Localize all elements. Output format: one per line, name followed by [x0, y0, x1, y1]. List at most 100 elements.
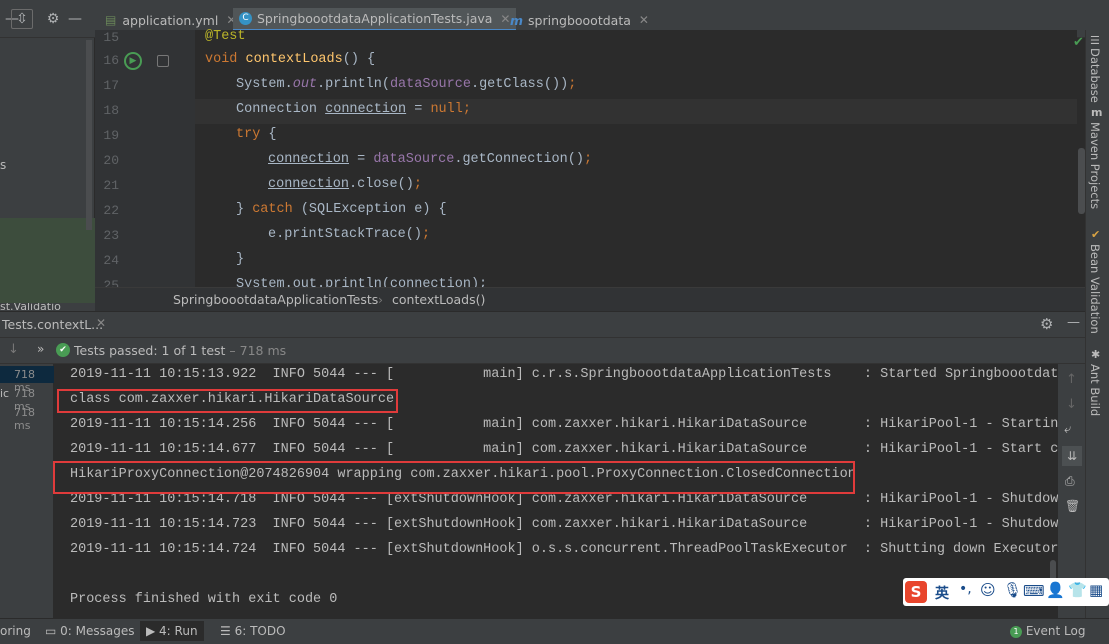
test-tree: 718 ms ic 718 ms 718 ms — [0, 364, 54, 618]
bean-validation-icon: ✔ — [1091, 228, 1101, 241]
highlight-box — [53, 461, 855, 494]
code-line: @Test — [205, 29, 246, 44]
tab-springboootdata-pom[interactable]: m springboootdata ✕ — [504, 8, 655, 32]
breadcrumb-separator: › — [378, 292, 383, 307]
tab-label: SpringboootdataApplicationTests.java — [257, 11, 493, 26]
punctuation-icon[interactable]: •, — [959, 581, 972, 597]
line-number: 22 — [103, 203, 119, 218]
fold-icon[interactable] — [157, 55, 169, 67]
code-line: System.out.println(connection); — [236, 277, 488, 287]
maven-icon: m — [1091, 106, 1103, 119]
line-number: 15 — [103, 30, 119, 44]
todo-tool[interactable]: ☰ 6: TODO — [220, 624, 286, 638]
code-line: Connection connection = null; — [236, 102, 471, 117]
close-icon[interactable]: ✕ — [639, 13, 649, 27]
event-log-tool[interactable]: 1 Event Log — [1010, 624, 1085, 638]
console-line: 2019-11-11 10:15:14.723 INFO 5044 --- [e… — [70, 517, 1067, 532]
line-number: 24 — [103, 253, 119, 268]
project-item-validation[interactable]: st.Validatio — [0, 303, 95, 311]
database-icon: ☰ — [1090, 34, 1100, 47]
console-line: 2019-11-11 10:15:14.724 INFO 5044 --- [e… — [70, 542, 1075, 557]
editor-scrollbar[interactable] — [1078, 148, 1085, 214]
test-time: 718 ms — [14, 406, 35, 432]
minimize-icon[interactable]: — — [65, 9, 85, 29]
tool-database[interactable]: Database — [1088, 48, 1102, 103]
tab-label: springboootdata — [528, 12, 631, 28]
console-line: 2019-11-11 10:15:13.922 INFO 5044 --- [ … — [70, 367, 1075, 382]
tool-bean-validation[interactable]: Bean Validation — [1088, 244, 1102, 334]
minimize-icon[interactable]: — — [1067, 315, 1080, 330]
arrow-down-icon[interactable]: ↓ — [8, 342, 19, 357]
yaml-icon: ▤ — [105, 13, 117, 27]
maven-icon: m — [510, 12, 524, 28]
gear-icon[interactable]: ⚙ — [43, 9, 63, 29]
soft-wrap-icon[interactable]: ⤶ — [1064, 422, 1071, 437]
sogou-icon[interactable]: S — [905, 581, 927, 603]
tool-ant-build[interactable]: Ant Build — [1088, 364, 1102, 416]
run-tool[interactable]: ▶ 4: Run — [140, 621, 204, 641]
code-line: try { — [236, 127, 277, 142]
line-number: 16 — [103, 53, 119, 68]
line-number: 23 — [103, 228, 119, 243]
code-line: e.printStackTrace(); — [268, 227, 431, 242]
project-toolbar: — ⇳ ⚙ — — [0, 0, 95, 38]
run-toolbar: ↓ » ✔ Tests passed: 1 of 1 test – 718 ms — [0, 338, 1085, 364]
run-panel-header: Tests.contextL... ✕ ⚙ — — [0, 311, 1085, 338]
console-line: 2019-11-11 10:15:14.677 INFO 5044 --- [ … — [70, 442, 1075, 457]
close-icon[interactable]: ✕ — [96, 316, 106, 330]
code-line: System.out.println(dataSource.getClass()… — [236, 77, 577, 92]
scroll-to-end-icon[interactable]: ⇊ — [1062, 446, 1082, 466]
tab-springboootdata-tests[interactable]: C SpringboootdataApplicationTests.java ✕ — [233, 8, 517, 32]
line-number: 18 — [103, 103, 119, 118]
ant-icon: ✱ — [1091, 348, 1101, 361]
highlight-box — [57, 389, 398, 413]
tool-maven-projects[interactable]: Maven Projects — [1088, 122, 1102, 209]
collapse-icon[interactable]: ⇳ — [11, 9, 33, 29]
todo-icon: ☰ — [220, 624, 235, 638]
emoji-icon[interactable]: ☺ — [980, 581, 996, 599]
test-passed-icon: ✔ — [56, 343, 70, 357]
run-tab-title[interactable]: Tests.contextL... — [2, 317, 103, 332]
project-scrollbar[interactable] — [86, 40, 92, 230]
microphone-icon[interactable]: 🎙 — [1003, 581, 1022, 599]
print-icon[interactable]: ⎙ — [1065, 474, 1075, 489]
expand-more-icon[interactable]: » — [37, 342, 44, 356]
messages-tool[interactable]: ▭ 0: Messages — [45, 624, 135, 638]
test-status: Tests passed: 1 of 1 test – 718 ms — [74, 343, 287, 358]
arrow-down-icon[interactable]: ↓ — [1066, 397, 1077, 412]
statusbar-fragment[interactable]: oring — [0, 624, 31, 638]
grid-icon[interactable]: ▦ — [1089, 581, 1103, 599]
skin-icon[interactable]: 👕 — [1068, 581, 1087, 599]
trash-icon[interactable]: 🗑 — [1065, 499, 1080, 513]
console-line: 2019-11-11 10:15:14.718 INFO 5044 --- [e… — [70, 492, 1067, 507]
line-number: 19 — [103, 128, 119, 143]
gear-icon[interactable]: ⚙ — [1040, 315, 1053, 333]
breadcrumb-method[interactable]: contextLoads() — [392, 292, 485, 307]
code-line: } — [236, 252, 245, 267]
tab-label: application.yml — [122, 12, 219, 28]
project-selection — [0, 218, 95, 303]
breadcrumb-class[interactable]: SpringboootdataApplicationTests — [173, 292, 378, 307]
console-line: Process finished with exit code 0 — [70, 592, 338, 607]
test-name[interactable]: ic — [0, 387, 9, 400]
java-class-icon: C — [239, 12, 252, 25]
code-line: } catch (SQLException e) { — [236, 202, 447, 217]
code-line: void contextLoads() { — [205, 52, 376, 67]
keyboard-icon[interactable]: ⌨ — [1023, 582, 1045, 600]
ime-language[interactable]: 英 — [935, 583, 949, 603]
line-number: 21 — [103, 178, 119, 193]
project-item-fragment[interactable]: s — [0, 158, 6, 172]
console-line: 2019-11-11 10:15:14.256 INFO 5044 --- [ … — [70, 417, 1075, 432]
breadcrumb: SpringboootdataApplicationTests › contex… — [95, 287, 1085, 311]
code-line: connection = dataSource.getConnection(); — [268, 152, 593, 167]
run-icon: ▶ — [146, 624, 160, 638]
status-bar: oring ▭ 0: Messages ▶ 4: Run ☰ 6: TODO 1… — [0, 618, 1109, 644]
event-log-icon: 1 — [1010, 625, 1022, 638]
run-test-icon[interactable]: ▶ — [124, 52, 142, 70]
messages-icon: ▭ — [45, 624, 61, 638]
line-number: 25 — [103, 278, 119, 287]
arrow-up-icon[interactable]: ↑ — [1066, 372, 1077, 387]
user-icon[interactable]: 👤 — [1046, 581, 1065, 599]
line-number: 17 — [103, 78, 119, 93]
code-line: connection.close(); — [268, 177, 422, 192]
